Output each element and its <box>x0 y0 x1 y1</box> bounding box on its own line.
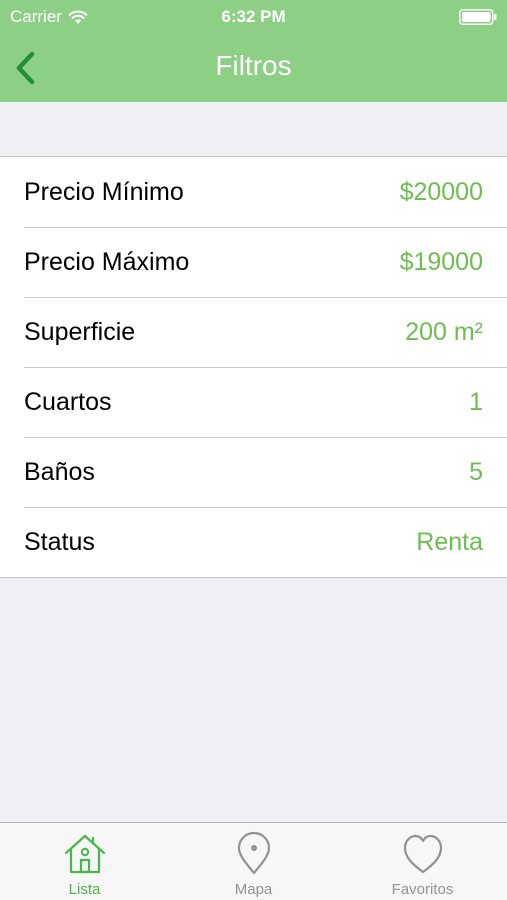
filter-row-precio-maximo[interactable]: Precio Máximo $19000 <box>0 227 507 297</box>
tab-label: Mapa <box>234 881 273 898</box>
filter-value: 200 m² <box>405 317 483 346</box>
filter-value: $20000 <box>399 177 483 206</box>
filter-value: 5 <box>469 457 483 486</box>
filter-value: $19000 <box>399 247 483 276</box>
battery-icon <box>459 9 497 25</box>
filter-label: Cuartos <box>24 387 112 416</box>
navigation-bar: Filtros <box>0 34 507 102</box>
heart-icon <box>403 834 442 874</box>
filters-screen: Carrier 6:32 PM Filtros Precio Mínimo $2… <box>0 0 507 900</box>
filter-row-superficie[interactable]: Superficie 200 m² <box>0 297 507 367</box>
filter-row-banos[interactable]: Baños 5 <box>0 437 507 507</box>
top-bar: Carrier 6:32 PM Filtros <box>0 0 507 102</box>
tab-label: Lista <box>68 881 101 898</box>
filter-label: Status <box>24 527 95 556</box>
tab-bar: Lista Mapa Favoritos <box>0 822 507 900</box>
filter-list: Precio Mínimo $20000 Precio Máximo $1900… <box>0 156 507 578</box>
filter-row-status[interactable]: Status Renta <box>0 507 507 577</box>
tab-mapa[interactable]: Mapa <box>169 823 338 900</box>
clock: 6:32 PM <box>221 7 286 26</box>
filter-label: Precio Mínimo <box>24 177 184 206</box>
tab-favoritos[interactable]: Favoritos <box>338 823 507 900</box>
house-icon <box>64 834 105 874</box>
status-bar: Carrier 6:32 PM <box>0 0 507 34</box>
filter-row-precio-minimo[interactable]: Precio Mínimo $20000 <box>0 157 507 227</box>
filter-row-cuartos[interactable]: Cuartos 1 <box>0 367 507 437</box>
filter-value: 1 <box>469 387 483 416</box>
filter-label: Precio Máximo <box>24 247 190 276</box>
map-pin-icon <box>237 831 270 875</box>
page-title: Filtros <box>215 50 292 81</box>
filter-value: Renta <box>416 527 483 556</box>
tab-label: Favoritos <box>391 881 454 898</box>
filter-label: Baños <box>24 457 95 486</box>
tab-lista[interactable]: Lista <box>0 823 169 900</box>
filter-label: Superficie <box>24 317 136 346</box>
